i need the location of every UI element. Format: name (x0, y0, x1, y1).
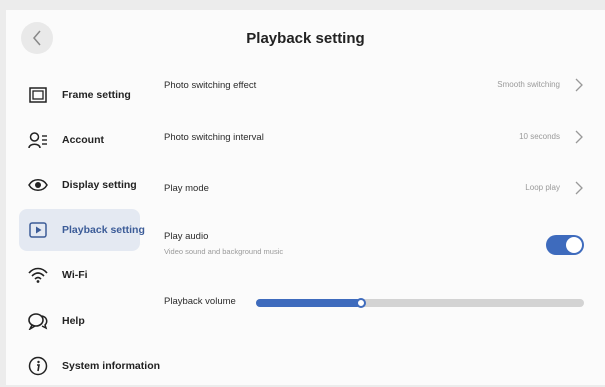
setting-description: Video sound and background music (164, 247, 284, 256)
play-audio-toggle[interactable] (546, 235, 584, 255)
play-icon (27, 219, 49, 241)
sidebar-item-system-information[interactable]: System information (19, 345, 160, 387)
wifi-icon (27, 264, 49, 286)
frame-icon (27, 84, 49, 106)
play-mode-row[interactable]: Play mode Loop play (164, 181, 584, 195)
setting-value: Loop play (525, 183, 560, 192)
setting-value: 10 seconds (519, 132, 560, 141)
setting-value: Smooth switching (497, 80, 560, 89)
sidebar-item-label: Playback setting (62, 224, 145, 236)
sidebar-item-label: Help (62, 315, 85, 327)
sidebar-item-frame-setting[interactable]: Frame setting (19, 74, 140, 116)
photo-switching-effect-row[interactable]: Photo switching effect Smooth switching (164, 78, 584, 92)
chevron-right-icon (575, 181, 583, 195)
chevron-right-icon (575, 130, 583, 144)
volume-slider-thumb[interactable] (355, 298, 366, 308)
header: Playback setting (6, 10, 605, 66)
sidebar-item-label: Display setting (62, 179, 137, 191)
volume-slider[interactable] (256, 298, 584, 308)
info-icon (27, 355, 49, 377)
eye-icon (27, 174, 49, 196)
sidebar-item-label: System information (62, 360, 161, 372)
sidebar-item-label: Frame setting (62, 89, 131, 101)
toggle-knob (566, 237, 582, 253)
photo-switching-interval-row[interactable]: Photo switching interval 10 seconds (164, 130, 584, 144)
setting-label: Play mode (164, 183, 209, 194)
account-icon (27, 129, 49, 151)
sidebar-item-wifi[interactable]: Wi-Fi (19, 254, 140, 296)
sidebar-item-playback-setting[interactable]: Playback setting (19, 209, 145, 251)
sidebar-item-label: Account (62, 134, 104, 146)
page-title: Playback setting (246, 30, 365, 47)
play-audio-row: Play audio Video sound and background mu… (164, 231, 584, 256)
sidebar-item-help[interactable]: Help (19, 300, 140, 342)
settings-screen: Playback setting Frame setting Account D… (6, 10, 605, 385)
sidebar-item-account[interactable]: Account (19, 119, 140, 161)
volume-slider-fill (256, 299, 361, 307)
sidebar-item-display-setting[interactable]: Display setting (19, 164, 140, 206)
chevron-right-icon (575, 78, 583, 92)
setting-label: Play audio (164, 231, 209, 242)
chat-icon (27, 310, 49, 332)
sidebar-item-label: Wi-Fi (62, 269, 88, 281)
playback-volume-row: Playback volume (164, 296, 584, 308)
